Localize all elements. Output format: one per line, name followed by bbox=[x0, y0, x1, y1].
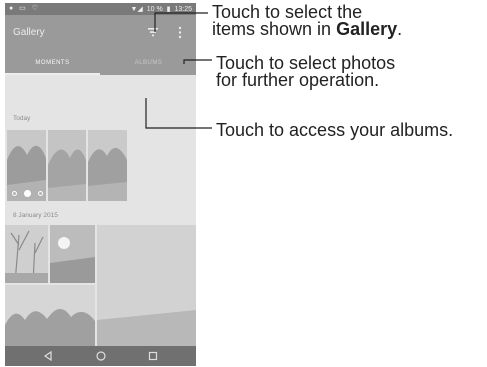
callout-filter: Touch to select the items shown in Galle… bbox=[212, 3, 403, 39]
callout-filter-line2: items shown in Gallery. bbox=[212, 19, 403, 39]
callout-albums: Touch to access your albums. bbox=[216, 120, 454, 140]
callout-menu: Touch to select photos for further opera… bbox=[216, 54, 395, 90]
callout-menu-line2: for further operation. bbox=[216, 70, 380, 90]
